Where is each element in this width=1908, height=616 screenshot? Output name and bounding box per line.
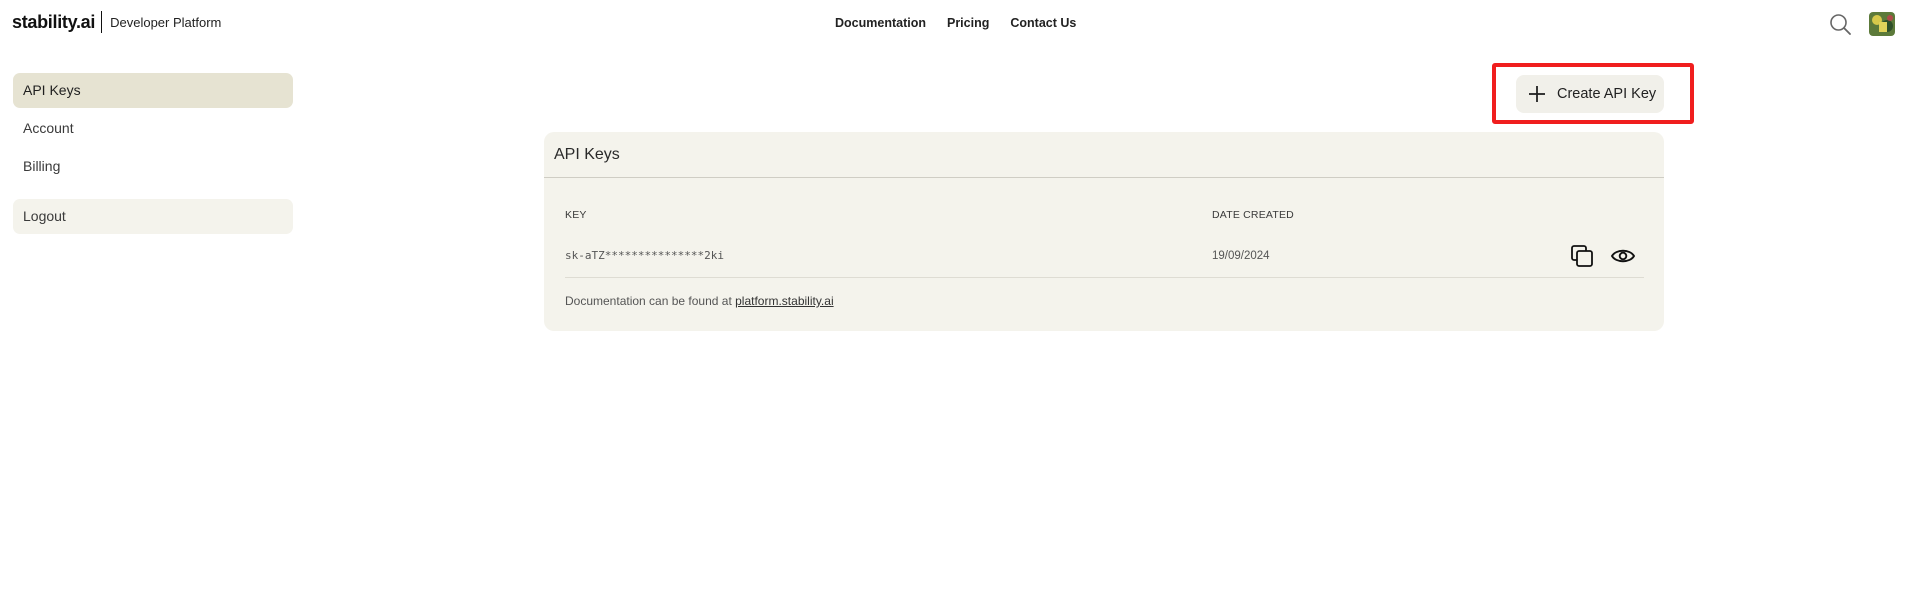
row-divider (565, 277, 1644, 278)
documentation-note-text: Documentation can be found at (565, 294, 732, 308)
card-divider (544, 177, 1664, 178)
column-header-date-created: DATE CREATED (1212, 209, 1294, 221)
api-key-date: 19/09/2024 (1212, 250, 1270, 262)
plus-icon (1529, 86, 1545, 102)
avatar[interactable] (1869, 12, 1895, 36)
brand-logo[interactable]: stability.ai (12, 12, 95, 33)
nav-documentation[interactable]: Documentation (835, 16, 926, 30)
logout-button[interactable]: Logout (13, 199, 293, 234)
create-api-key-label: Create API Key (1557, 86, 1657, 102)
sidebar-item-account[interactable]: Account (13, 111, 293, 146)
brand[interactable]: stability.ai Developer Platform (12, 11, 221, 33)
eye-icon[interactable] (1610, 245, 1636, 267)
card-title: API Keys (554, 146, 620, 163)
sidebar-item-billing[interactable]: Billing (13, 149, 293, 184)
brand-subtitle: Developer Platform (110, 14, 222, 30)
nav-pricing[interactable]: Pricing (947, 16, 989, 30)
nav-contact-us[interactable]: Contact Us (1010, 16, 1076, 30)
top-nav: Documentation Pricing Contact Us (835, 16, 1076, 30)
documentation-link[interactable]: platform.stability.ai (735, 294, 833, 308)
api-keys-card: API Keys KEY DATE CREATED sk-aTZ********… (544, 132, 1664, 331)
top-header: stability.ai Developer Platform Document… (0, 0, 1908, 48)
search-icon[interactable] (1829, 13, 1851, 35)
sidebar: API Keys Account Billing Logout (13, 73, 293, 234)
create-api-key-button[interactable]: Create API Key (1516, 75, 1664, 113)
brand-divider (101, 11, 103, 33)
copy-icon[interactable] (1570, 244, 1594, 268)
api-key-value: sk-aTZ***************2ki (565, 249, 724, 262)
documentation-note: Documentation can be found at platform.s… (565, 294, 834, 308)
column-header-key: KEY (565, 209, 587, 221)
sidebar-item-api-keys[interactable]: API Keys (13, 73, 293, 108)
